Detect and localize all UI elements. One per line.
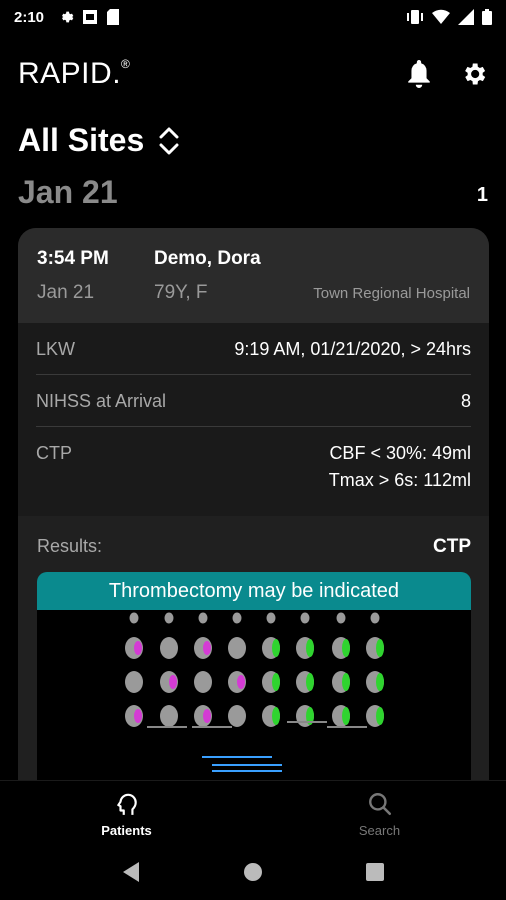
date-group-title: Jan 21 bbox=[18, 174, 118, 210]
wifi-icon bbox=[432, 9, 450, 24]
info-row-nihss: NIHSS at Arrival 8 bbox=[36, 375, 471, 427]
status-time: 2:10 bbox=[14, 8, 45, 26]
scan-slice bbox=[160, 637, 178, 659]
patient-age-sex: 79Y, F bbox=[154, 282, 208, 303]
scan-core-region bbox=[134, 709, 142, 723]
scan-caption-line bbox=[202, 756, 272, 758]
gear-status-icon bbox=[62, 11, 74, 23]
scan-slice bbox=[228, 637, 246, 659]
scan-slice bbox=[228, 705, 246, 727]
settings-gear-icon[interactable] bbox=[460, 60, 488, 88]
scan-tmax-region bbox=[376, 707, 384, 725]
nav-label-search: Search bbox=[358, 823, 401, 838]
scan-tmax-region bbox=[272, 639, 280, 657]
scan-tmax-region bbox=[342, 673, 350, 691]
sd-card-icon bbox=[107, 9, 120, 25]
scan-slice bbox=[266, 612, 276, 624]
rapid-logo: RAPID.® bbox=[18, 57, 131, 90]
site-selector[interactable]: All Sites bbox=[18, 122, 180, 159]
scan-tmax-region bbox=[306, 639, 314, 657]
scan-tmax-region bbox=[306, 673, 314, 691]
search-icon bbox=[368, 793, 391, 816]
scan-caption-line bbox=[212, 764, 282, 766]
info-label: NIHSS at Arrival bbox=[36, 391, 167, 411]
scan-tmax-region bbox=[272, 673, 280, 691]
scan-caption-line bbox=[192, 726, 232, 728]
scan-tmax-region bbox=[342, 639, 350, 657]
info-value: CBF < 30%: 49ml Tmax > 6s: 112ml bbox=[329, 440, 471, 494]
battery-icon bbox=[482, 9, 492, 25]
info-value: 9:19 AM, 01/21/2020, > 24hrs bbox=[234, 339, 471, 359]
patient-hospital: Town Regional Hospital bbox=[313, 285, 470, 302]
head-profile-icon bbox=[116, 793, 137, 815]
results-type: CTP bbox=[433, 536, 471, 557]
nav-label-patients: Patients bbox=[101, 823, 152, 838]
unfold-chevron-icon[interactable] bbox=[158, 126, 180, 156]
scan-tmax-region bbox=[342, 707, 350, 725]
scan-core-region bbox=[134, 641, 142, 655]
scan-slice bbox=[198, 612, 208, 624]
scan-caption-line bbox=[212, 770, 282, 772]
site-title[interactable]: All Sites bbox=[18, 122, 144, 159]
ctp-scan-image[interactable] bbox=[37, 610, 471, 780]
info-label: LKW bbox=[36, 339, 76, 359]
system-nav-bar bbox=[0, 844, 506, 900]
scan-slice bbox=[336, 612, 346, 624]
patient-time: 3:54 PM bbox=[37, 248, 109, 269]
date-group-header: Jan 21 1 bbox=[18, 174, 488, 211]
patient-card[interactable]: 3:54 PM Jan 21 Demo, Dora 79Y, F Town Re… bbox=[18, 228, 489, 780]
scan-thumbnail-grid bbox=[125, 612, 384, 772]
scan-slice bbox=[194, 671, 212, 693]
info-row-ctp: CTP CBF < 30%: 49ml Tmax > 6s: 112ml bbox=[36, 427, 471, 516]
nav-tab-patients[interactable]: Patients bbox=[0, 781, 253, 844]
logo-text: RAPID bbox=[18, 57, 113, 90]
scan-caption-line bbox=[147, 726, 187, 728]
results-section[interactable]: Results: CTP Thrombectomy may be indicat… bbox=[18, 516, 489, 780]
scan-core-region bbox=[169, 675, 177, 689]
bottom-nav: Patients Search bbox=[0, 780, 506, 844]
back-triangle-icon[interactable] bbox=[121, 861, 141, 883]
signal-icon bbox=[458, 9, 474, 25]
info-value: 8 bbox=[460, 391, 471, 411]
date-group-count: 1 bbox=[476, 184, 488, 206]
patient-date: Jan 21 bbox=[37, 282, 95, 303]
info-row-lkw: LKW 9:19 AM, 01/21/2020, > 24hrs bbox=[36, 323, 471, 375]
scan-core-region bbox=[203, 641, 211, 655]
bell-icon[interactable] bbox=[406, 60, 432, 88]
scan-tmax-region bbox=[376, 639, 384, 657]
info-label: CTP bbox=[36, 443, 72, 463]
ctp-tmax-value: Tmax > 6s: 112ml bbox=[328, 470, 471, 490]
result-banner: Thrombectomy may be indicated bbox=[37, 572, 471, 610]
scan-tmax-region bbox=[272, 707, 280, 725]
image-status-icon bbox=[83, 10, 98, 24]
status-bar: 2:10 bbox=[0, 0, 506, 34]
scan-slice bbox=[164, 612, 174, 624]
scan-core-region bbox=[203, 709, 211, 723]
patient-name: Demo, Dora bbox=[154, 248, 261, 269]
patient-card-header[interactable]: 3:54 PM Jan 21 Demo, Dora 79Y, F Town Re… bbox=[18, 228, 489, 323]
scan-slice bbox=[129, 612, 139, 624]
scan-core-region bbox=[237, 675, 245, 689]
recents-square-icon[interactable] bbox=[365, 862, 385, 882]
ctp-cbf-value: CBF < 30%: 49ml bbox=[329, 443, 471, 463]
nav-tab-search[interactable]: Search bbox=[253, 781, 506, 844]
scan-slice bbox=[300, 612, 310, 624]
logo-mark: . bbox=[112, 57, 122, 90]
scan-slice bbox=[160, 705, 178, 727]
home-circle-icon[interactable] bbox=[242, 861, 264, 883]
app-header: RAPID.® bbox=[18, 52, 488, 96]
scan-slice bbox=[125, 671, 143, 693]
scan-slice bbox=[370, 612, 380, 624]
scan-tmax-region bbox=[376, 673, 384, 691]
scan-caption-line bbox=[327, 726, 367, 728]
scan-slice bbox=[232, 612, 242, 624]
scan-caption-line bbox=[287, 721, 327, 723]
patient-info-table: LKW 9:19 AM, 01/21/2020, > 24hrs NIHSS a… bbox=[18, 323, 489, 516]
vibrate-icon bbox=[407, 10, 423, 24]
results-label: Results: bbox=[37, 536, 103, 556]
